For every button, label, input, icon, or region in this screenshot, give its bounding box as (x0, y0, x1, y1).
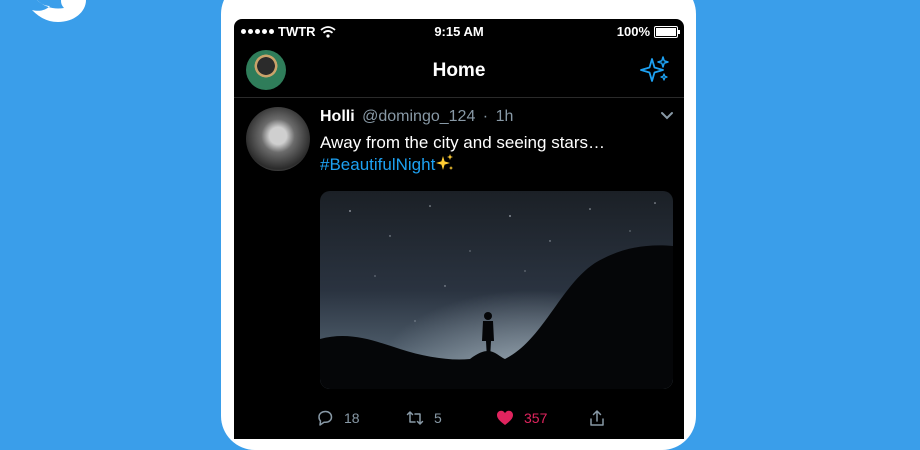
tweet-hashtag[interactable]: #BeautifulNight (320, 155, 435, 174)
reply-button[interactable]: 18 (316, 409, 360, 427)
tweet-hashtag-line: #BeautifulNight (320, 153, 454, 177)
retweet-button[interactable]: 5 (406, 409, 442, 427)
tweet-author-name[interactable]: Holli (320, 108, 355, 125)
status-bar: TWTR 9:15 AM 100% (234, 19, 684, 43)
like-button[interactable]: 357 (496, 409, 547, 427)
share-icon (590, 410, 604, 426)
battery-indicator: 100% (616, 24, 680, 39)
share-button[interactable] (588, 409, 606, 427)
home-header: Home (234, 43, 684, 98)
tweet-action-bar: 18 5 357 (316, 409, 676, 429)
sparkles-emoji-icon (436, 154, 454, 170)
like-count: 357 (524, 410, 548, 426)
twitter-bird-logo (32, 0, 86, 22)
heart-icon (497, 410, 513, 425)
tweet-time: 1h (495, 108, 514, 125)
tweet-author-handle[interactable]: @domingo_124 (362, 108, 475, 125)
chevron-down-icon[interactable] (660, 111, 674, 121)
battery-percentage: 100% (616, 24, 650, 39)
tweet-image[interactable] (320, 191, 673, 389)
reply-icon (318, 410, 333, 426)
sparkle-icon[interactable] (640, 55, 670, 85)
tweet-text: Away from the city and seeing stars… (320, 133, 606, 152)
page-title: Home (432, 60, 486, 81)
tweet-separator: · (482, 108, 489, 125)
tweet-author-avatar[interactable] (246, 107, 310, 171)
retweet-icon (406, 411, 424, 425)
tweet-header: Holli @domingo_124 · 1h (320, 108, 513, 126)
battery-icon (654, 25, 680, 38)
phone-screen: TWTR 9:15 AM 100% Home Holli @domingo_12… (234, 19, 684, 439)
reply-count: 18 (344, 410, 360, 426)
retweet-count: 5 (434, 410, 442, 426)
